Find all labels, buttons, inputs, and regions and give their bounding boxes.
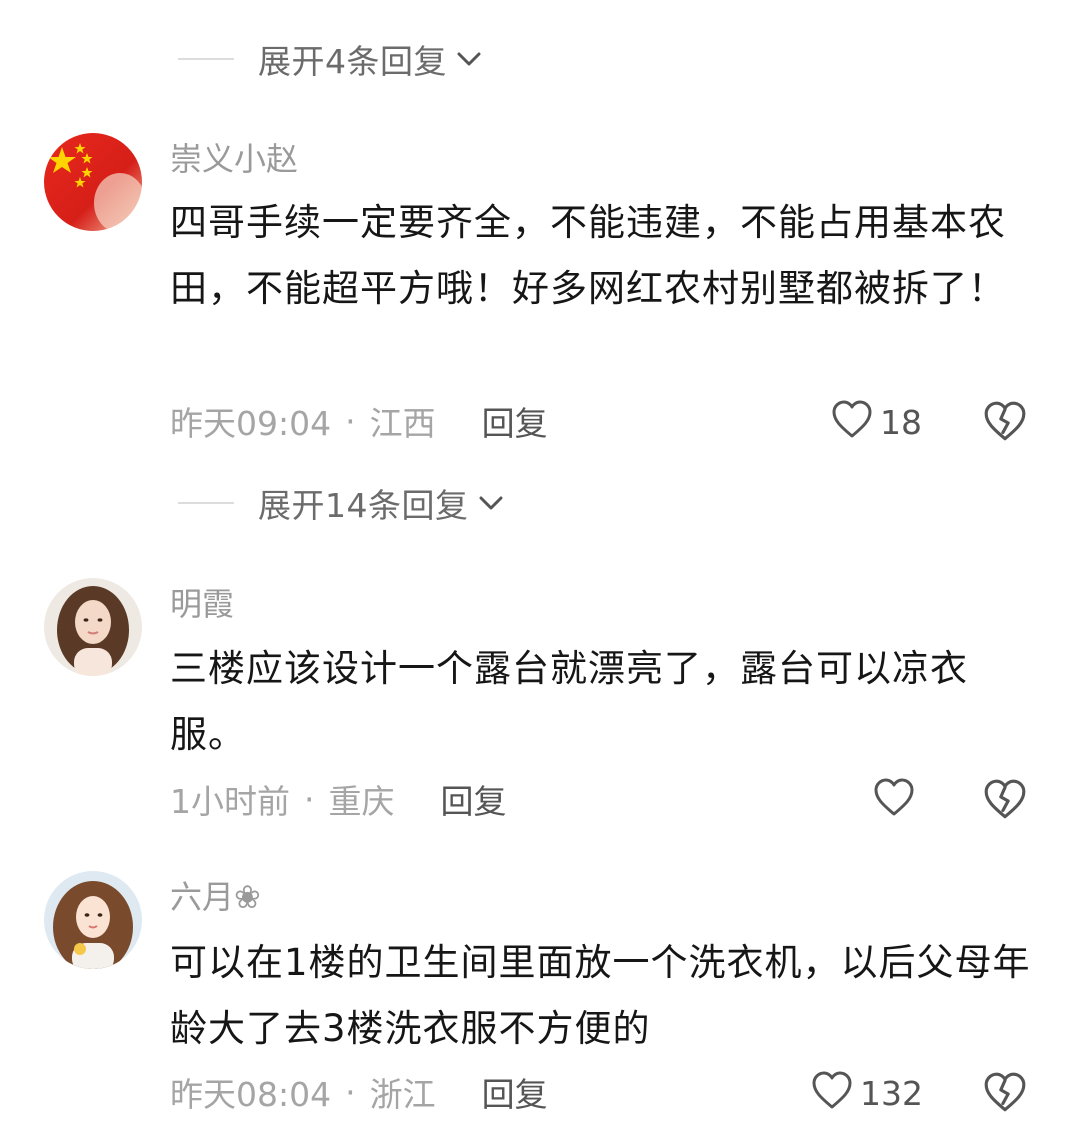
heart-outline-icon (830, 398, 874, 446)
expand-replies-label: 展开14条回复 (258, 486, 469, 525)
expand-replies-top[interactable]: 展开4条回复 (178, 34, 483, 84)
like-button[interactable]: 18 (830, 397, 922, 447)
comment-meta: 1小时前 · 重庆 回复 (170, 774, 507, 824)
separator-dot: · (304, 779, 315, 819)
like-count: 18 (880, 402, 922, 442)
dislike-button[interactable] (982, 399, 1028, 445)
flag-avatar-image (44, 133, 142, 231)
reply-button[interactable]: 回复 (482, 397, 548, 445)
username[interactable]: 崇义小赵 (170, 137, 298, 181)
separator-dot: · (345, 1072, 356, 1112)
illustrated-girl-avatar-image (44, 871, 142, 969)
divider-line (178, 502, 234, 504)
divider-line (178, 58, 234, 60)
comment-meta: 昨天08:04 · 浙江 回复 (170, 1067, 548, 1117)
comment-time: 昨天08:04 (170, 1075, 332, 1114)
avatar[interactable] (44, 578, 142, 676)
comment-time: 昨天09:04 (170, 404, 332, 443)
reply-button[interactable]: 回复 (482, 1068, 548, 1116)
broken-heart-icon (982, 779, 1028, 827)
separator-dot: · (345, 401, 356, 441)
username[interactable]: 六月❀ (170, 875, 261, 919)
like-count: 132 (860, 1073, 923, 1113)
expand-replies-label: 展开4条回复 (258, 42, 447, 81)
comment-location: 浙江 (369, 1075, 436, 1114)
comment-meta: 昨天09:04 · 江西 回复 (170, 396, 548, 446)
broken-heart-icon (982, 401, 1028, 449)
chevron-down-icon (455, 45, 483, 73)
comment-location: 江西 (369, 404, 436, 443)
comment-text: 四哥手续一定要齐全，不能违建，不能占用基本农田，不能超平方哦！好多网红农村别墅都… (170, 201, 1006, 310)
comment-text: 三楼应该设计一个露台就漂亮了，露台可以凉衣服。 (170, 647, 968, 756)
heart-outline-icon (872, 776, 916, 824)
broken-heart-icon (982, 1072, 1028, 1120)
username[interactable]: 明霞 (170, 582, 234, 626)
reply-button[interactable]: 回复 (441, 775, 507, 823)
like-button[interactable]: 132 (810, 1068, 923, 1118)
chevron-down-icon (477, 489, 505, 517)
heart-outline-icon (810, 1069, 854, 1117)
woman-photo-avatar-image (44, 578, 142, 676)
dislike-button[interactable] (982, 777, 1028, 823)
dislike-button[interactable] (982, 1070, 1028, 1116)
comment-time: 1小时前 (170, 782, 290, 821)
avatar[interactable] (44, 871, 142, 969)
comment-location: 重庆 (328, 782, 395, 821)
comment-text: 可以在1楼的卫生间里面放一个洗衣机，以后父母年龄大了去3楼洗衣服不方便的 (170, 941, 1031, 1050)
like-button[interactable] (872, 775, 922, 825)
expand-replies[interactable]: 展开14条回复 (178, 478, 505, 528)
avatar[interactable] (44, 133, 142, 231)
